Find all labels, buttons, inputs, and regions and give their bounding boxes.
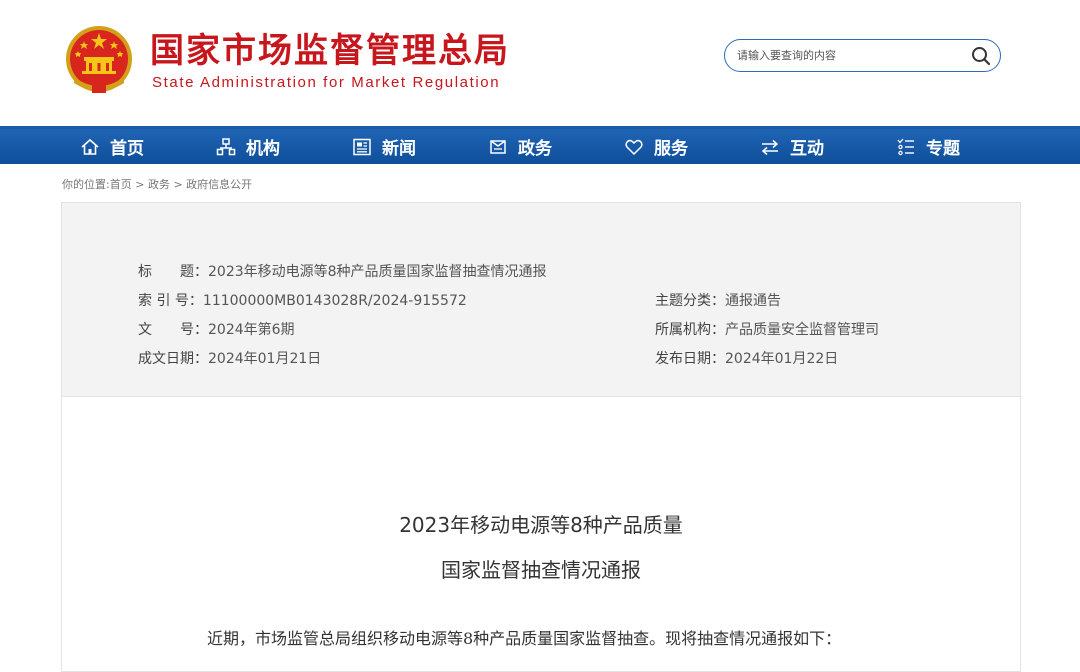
- home-icon: [81, 138, 99, 155]
- breadcrumb-item-home[interactable]: 首页: [110, 178, 132, 191]
- site-subtitle: State Administration for Market Regulati…: [152, 74, 501, 91]
- site-header: 国家市场监督管理总局 State Administration for Mark…: [0, 0, 1080, 126]
- nav-item-organization[interactable]: 机构: [216, 129, 280, 164]
- meta-published-row: 发布日期：2024年01月22日: [655, 350, 838, 368]
- meta-topic-label: 主题分类：: [655, 293, 725, 309]
- nav-label: 首页: [110, 139, 144, 159]
- article-paragraph: 近期，市场监管总局组织移动电源等8种产品质量国家监督抽查。现将抽查情况通报如下：: [207, 629, 842, 648]
- document-meta-panel: 标 题：2023年移动电源等8种产品质量国家监督抽查情况通报 索 引 号：111…: [62, 203, 1020, 397]
- meta-index-row: 索 引 号：11100000MB0143028R/2024-915572: [138, 292, 467, 310]
- nav-label: 政务: [518, 139, 552, 159]
- meta-index-value: 11100000MB0143028R/2024-915572: [202, 293, 467, 309]
- breadcrumb-item-government-affairs[interactable]: 政务: [148, 178, 170, 191]
- search-button[interactable]: [962, 40, 1000, 71]
- nav-label: 互动: [790, 139, 824, 159]
- meta-org-label: 所属机构：: [655, 322, 725, 338]
- government-affairs-icon: [490, 139, 506, 154]
- national-emblem-icon[interactable]: [64, 25, 134, 97]
- article-title-line1: 2023年移动电源等8种产品质量: [399, 513, 683, 537]
- search-input[interactable]: [725, 40, 962, 71]
- nav-label: 新闻: [382, 139, 416, 159]
- breadcrumb-separator: >: [173, 178, 183, 191]
- search-box: [724, 39, 1001, 72]
- meta-title-row: 标 题：2023年移动电源等8种产品质量国家监督抽查情况通报: [138, 263, 547, 281]
- meta-docno-value: 2024年第6期: [208, 322, 295, 338]
- site-title: 国家市场监督管理总局: [150, 31, 510, 71]
- article-title-line2: 国家监督抽查情况通报: [441, 558, 641, 582]
- nav-item-services[interactable]: 服务: [624, 129, 688, 164]
- meta-created-row: 成文日期：2024年01月21日: [138, 350, 321, 368]
- nav-item-topics[interactable]: 专题: [896, 129, 960, 164]
- meta-published-value: 2024年01月22日: [725, 351, 839, 367]
- article-container: 标 题：2023年移动电源等8种产品质量国家监督抽查情况通报 索 引 号：111…: [61, 202, 1021, 672]
- nav-label: 机构: [246, 139, 280, 159]
- meta-docno-row: 文 号：2024年第6期: [138, 321, 295, 339]
- breadcrumb-prefix: 你的位置:: [62, 178, 110, 191]
- meta-index-label: 索 引 号：: [138, 293, 203, 309]
- main-nav: 首页 机构 新闻 政务 服务 互动 专题: [0, 126, 1080, 164]
- exchange-arrows-icon: [761, 139, 779, 155]
- nav-item-home[interactable]: 首页: [80, 129, 144, 164]
- news-icon: [353, 138, 371, 155]
- meta-org-value: 产品质量安全监督管理司: [725, 322, 879, 338]
- meta-title-value: 2023年移动电源等8种产品质量国家监督抽查情况通报: [208, 264, 547, 280]
- heart-icon: [625, 139, 643, 155]
- topic-list-icon: [897, 138, 914, 155]
- nav-item-news[interactable]: 新闻: [352, 129, 416, 164]
- breadcrumb-separator: >: [135, 178, 145, 191]
- meta-org-row: 所属机构：产品质量安全监督管理司: [655, 321, 879, 339]
- breadcrumb-item-info-disclosure[interactable]: 政府信息公开: [186, 178, 252, 191]
- meta-published-label: 发布日期：: [655, 351, 725, 367]
- nav-label: 服务: [654, 139, 688, 159]
- meta-created-value: 2024年01月21日: [208, 351, 322, 367]
- meta-created-label: 成文日期：: [138, 351, 208, 367]
- org-chart-icon: [216, 137, 236, 155]
- nav-label: 专题: [926, 139, 960, 159]
- meta-title-label: 标 题：: [138, 264, 208, 280]
- meta-topic-value: 通报通告: [725, 293, 781, 309]
- search-icon: [972, 46, 991, 65]
- meta-topic-row: 主题分类：通报通告: [655, 292, 781, 310]
- nav-item-interaction[interactable]: 互动: [760, 129, 824, 164]
- meta-docno-label: 文 号：: [138, 322, 208, 338]
- breadcrumb: 你的位置:首页 > 政务 > 政府信息公开: [62, 178, 252, 192]
- nav-item-government-affairs[interactable]: 政务: [488, 129, 552, 164]
